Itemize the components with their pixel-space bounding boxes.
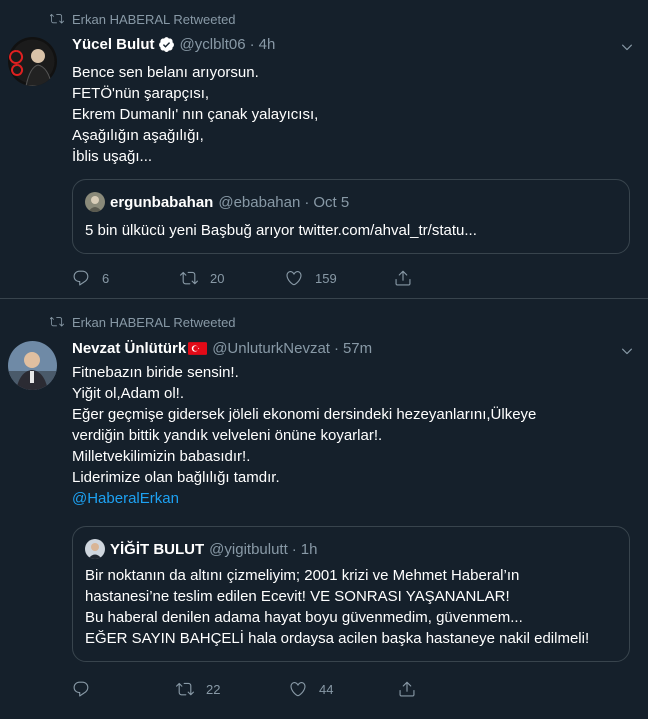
tweet-text-line: verdiğin bittik yandık velveleni önüne k… (72, 427, 383, 444)
quoted-text-line: 5 bin ülkücü yeni Başbuğ arıyor twitter.… (85, 222, 477, 239)
mention-link[interactable]: @HaberalErkan (72, 488, 632, 509)
like-count: 44 (319, 681, 334, 697)
quoted-tweet-text: Bir noktanın da altını çizmeliyim; 2001 … (85, 565, 589, 649)
tweet-text-line: Eğer geçmişe gidersek jöleli ekonomi der… (72, 406, 537, 423)
retweet-icon (50, 316, 64, 327)
retweet-button[interactable]: 20 (180, 269, 285, 287)
tweet-text-line: Aşağılığın aşağılığı, (72, 127, 204, 144)
quoted-author-name: ergunbabahan (110, 193, 214, 211)
author-name[interactable]: Yücel Bulut (72, 36, 155, 53)
tweet-text-line: Ekrem Dumanlı' nın çanak yalayıcısı, (72, 106, 319, 123)
reply-button[interactable]: 6 (72, 269, 180, 287)
timestamp[interactable]: 4h (259, 36, 276, 53)
tweet-text-line: İblis uşağı... (72, 148, 153, 165)
quoted-avatar (85, 192, 105, 212)
reply-icon (73, 681, 89, 697)
retweeted-by-label[interactable]: Erkan HABERAL Retweeted (72, 315, 236, 330)
tweet-actions: 6 20 159 (72, 269, 424, 287)
chevron-down-icon[interactable] (620, 40, 634, 54)
like-button[interactable]: 159 (285, 269, 394, 287)
retweet-icon (176, 682, 194, 696)
tweet-actions: 22 44 (72, 680, 428, 698)
like-count: 159 (315, 270, 337, 286)
reply-count: 6 (102, 270, 110, 286)
quoted-author-handle: @yigitbulutt (209, 540, 288, 558)
author-name[interactable]: Nevzat Ünlütürk (72, 340, 186, 357)
share-button[interactable] (394, 269, 424, 287)
quoted-text-line: EĞER SAYIN BAHÇELİ hala ordaysa acilen b… (85, 630, 590, 647)
quoted-avatar (85, 539, 105, 559)
tweet-text-line: FETÖ'nün şarapçısı, (72, 85, 210, 102)
tweet-text-line: Yiğit ol,Adam ol!. (72, 385, 184, 402)
share-button[interactable] (398, 680, 428, 698)
quoted-tweet[interactable]: YİĞİT BULUT @yigitbulutt · 1h Bir noktan… (72, 526, 630, 662)
tweet-text: Fitnebazın biride sensin!. Yiğit ol,Adam… (72, 362, 632, 509)
quoted-timestamp: 1h (300, 540, 318, 558)
tweet-2[interactable]: Erkan HABERAL Retweeted Nevzat Ünlütürk … (0, 299, 648, 719)
quoted-tweet-text: 5 bin ülkücü yeni Başbuğ arıyor twitter.… (85, 220, 477, 241)
chevron-down-icon[interactable] (620, 344, 634, 358)
retweet-count: 20 (210, 270, 225, 286)
tweet-text: Bence sen belanı arıyorsun. FETÖ'nün şar… (72, 62, 632, 167)
quoted-timestamp: Oct 5 (313, 193, 350, 211)
like-button[interactable]: 44 (289, 680, 398, 698)
tweet-header: Nevzat Ünlütürk @UnluturkNevzat · 57m (72, 340, 373, 357)
avatar[interactable] (8, 37, 57, 86)
retweet-context: Erkan HABERAL Retweeted (0, 312, 648, 332)
retweet-count: 22 (206, 681, 221, 697)
avatar[interactable] (8, 341, 57, 390)
tweet-text-line: Bence sen belanı arıyorsun. (72, 64, 259, 81)
quoted-tweet-header: YİĞİT BULUT @yigitbulutt · 1h (85, 539, 317, 559)
share-icon (399, 681, 415, 697)
retweet-icon (180, 271, 198, 285)
quoted-tweet-header: ergunbabahan @ebabahan · Oct 5 (85, 192, 349, 212)
tweet-text-line: Liderimize olan bağlılığı tamdır. (72, 469, 280, 486)
quoted-text-line: hastanesi’ne teslim edilen Ecevit! VE SO… (85, 588, 510, 605)
quoted-text-line: Bu haberal denilen adama hayat boyu güve… (85, 609, 523, 626)
author-handle[interactable]: @yclblt06 (180, 36, 246, 53)
reply-icon (73, 270, 89, 286)
quoted-text-line: Bir noktanın da altını çizmeliyim; 2001 … (85, 567, 520, 584)
tweet-text-line: Fitnebazın biride sensin!. (72, 364, 239, 381)
quoted-author-handle: @ebabahan (218, 193, 301, 211)
tweet-header: Yücel Bulut @yclblt06 · 4h (72, 36, 276, 53)
tweet-text-line: Milletvekilimizin babasıdır!. (72, 448, 251, 465)
quoted-tweet[interactable]: ergunbabahan @ebabahan · Oct 5 5 bin ülk… (72, 179, 630, 254)
author-handle[interactable]: @UnluturkNevzat (212, 340, 330, 357)
retweet-icon (50, 13, 64, 24)
timestamp[interactable]: 57m (343, 340, 372, 357)
heart-icon (290, 682, 306, 697)
share-icon (395, 270, 411, 286)
verified-badge-icon (158, 37, 174, 52)
avatar-image (8, 37, 57, 86)
retweet-button[interactable]: 22 (176, 680, 289, 698)
quoted-author-name: YİĞİT BULUT (110, 540, 205, 558)
turkey-flag-icon (188, 342, 208, 355)
reply-button[interactable] (72, 680, 176, 698)
heart-icon (286, 271, 302, 286)
retweeted-by-label[interactable]: Erkan HABERAL Retweeted (72, 12, 236, 27)
avatar-image (8, 341, 57, 390)
tweet-1[interactable]: Erkan HABERAL Retweeted Yücel Bulut @ycl… (0, 0, 648, 299)
retweet-context: Erkan HABERAL Retweeted (0, 9, 648, 29)
